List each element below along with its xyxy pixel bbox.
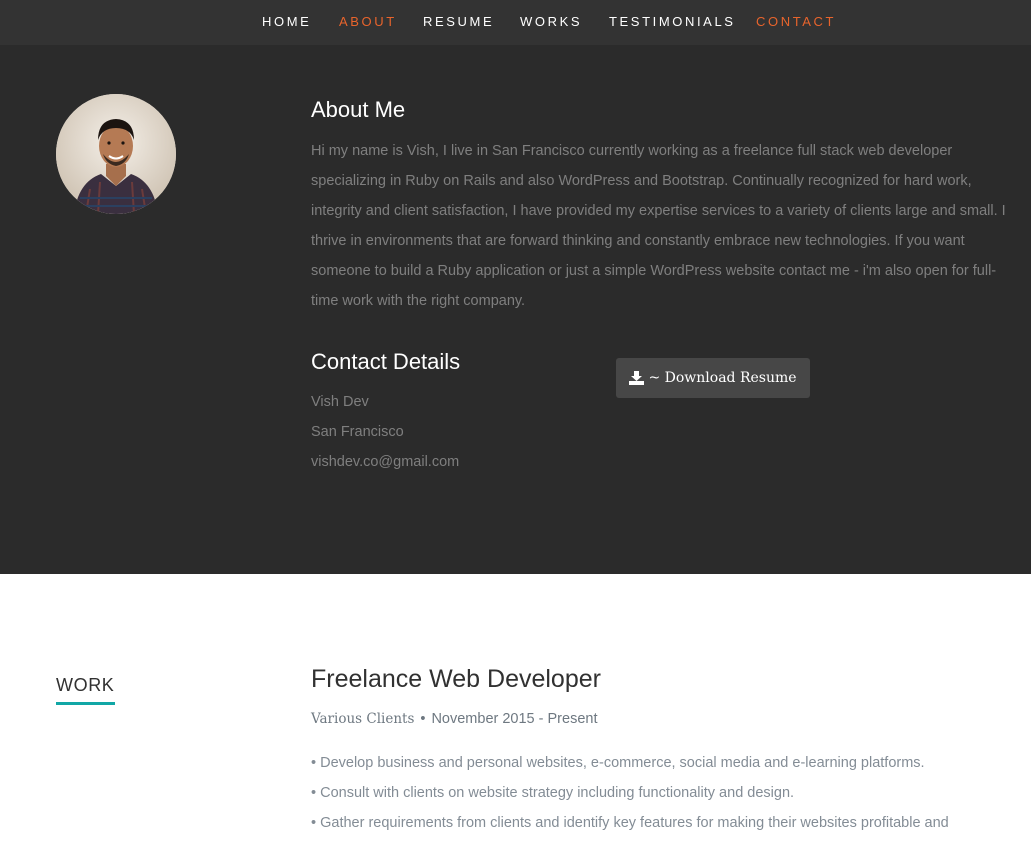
job-title: Freelance Web Developer [311, 665, 601, 693]
about-section: About Me Hi my name is Vish, I live in S… [0, 45, 1031, 574]
job-meta: Various Clients • November 2015 - Present [311, 711, 597, 727]
download-resume-button[interactable]: ~ Download Resume [616, 358, 810, 398]
nav-testimonials[interactable]: TESTIMONIALS [609, 14, 736, 29]
about-paragraph: Hi my name is Vish, I live in San Franci… [311, 143, 1006, 309]
contact-email[interactable]: vishdev.co@gmail.com [311, 454, 459, 470]
job-bullet: • Gather requirements from clients and i… [311, 815, 949, 831]
download-icon [629, 371, 645, 385]
profile-photo [56, 94, 176, 214]
about-heading: About Me [311, 97, 406, 122]
nav-about[interactable]: ABOUT [339, 14, 397, 29]
job-dates: November 2015 - Present [431, 711, 598, 727]
contact-heading: Contact Details [311, 349, 461, 374]
download-resume-label: ~ Download Resume [648, 370, 797, 386]
work-label-underline [56, 702, 115, 705]
job-company: Various Clients [311, 711, 415, 727]
work-section-label: WORK [56, 675, 115, 695]
nav-contact[interactable]: CONTACT [756, 14, 836, 29]
nav-resume[interactable]: RESUME [423, 14, 494, 29]
contact-city: San Francisco [311, 424, 404, 440]
nav-home[interactable]: HOME [262, 14, 311, 29]
top-navigation: HOME ABOUT RESUME WORKS TESTIMONIALS CON… [0, 0, 1031, 45]
meta-separator: • [420, 711, 426, 727]
job-bullet: • Develop business and personal websites… [311, 755, 925, 771]
nav-works[interactable]: WORKS [520, 14, 582, 29]
contact-name: Vish Dev [311, 394, 369, 410]
job-bullet: • Consult with clients on website strate… [311, 785, 795, 801]
